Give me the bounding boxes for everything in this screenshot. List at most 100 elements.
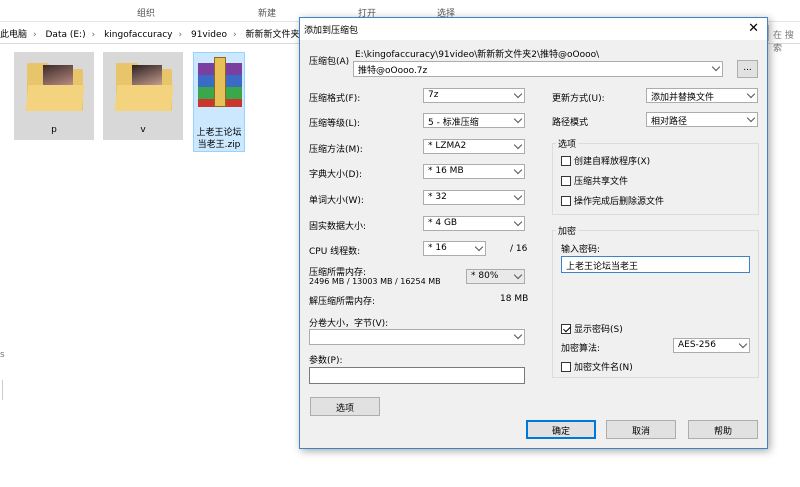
dict-size-select[interactable]: * 16 MB bbox=[423, 164, 525, 179]
parameters-input[interactable] bbox=[309, 367, 525, 384]
checkbox-box bbox=[561, 361, 571, 372]
file-label: p bbox=[51, 125, 57, 135]
cpu-threads-select[interactable]: * 16 bbox=[423, 241, 486, 256]
folder-item-p[interactable]: p bbox=[14, 52, 94, 140]
dict-size-value: * 16 MB bbox=[428, 166, 464, 176]
file-label: 上老王论坛当老王.zip bbox=[196, 128, 242, 150]
ribbon-tab-organize[interactable]: 组织 bbox=[137, 6, 155, 19]
chevron-down-icon bbox=[746, 89, 756, 99]
word-size-value: * 32 bbox=[428, 192, 447, 202]
ok-button[interactable]: 确定 bbox=[526, 420, 596, 439]
chevron-down-icon bbox=[513, 165, 523, 175]
encryption-method-select[interactable]: AES-256 bbox=[673, 338, 750, 353]
breadcrumb: 此电脑 › Data (E:) › kingofaccuracy › 91video ›… bbox=[0, 27, 311, 40]
archive-label: 压缩包(A) bbox=[309, 57, 350, 67]
update-mode-select[interactable]: 添加并替换文件 bbox=[646, 88, 758, 103]
help-button[interactable]: 帮助 bbox=[688, 420, 758, 439]
word-size-select[interactable]: * 32 bbox=[423, 190, 525, 205]
shared-files-checkbox[interactable]: 压缩共享文件 bbox=[561, 174, 628, 187]
encryption-method-value: AES-256 bbox=[678, 340, 716, 350]
solid-size-label: 固实数据大小: bbox=[309, 222, 367, 232]
delete-after-label: 操作完成后删除源文件 bbox=[574, 197, 665, 207]
checkbox-box bbox=[561, 175, 571, 186]
breadcrumb-item[interactable]: kingofaccuracy bbox=[104, 30, 172, 40]
folder-icon bbox=[25, 59, 85, 115]
chevron-down-icon bbox=[513, 217, 523, 227]
sfx-label: 创建自释放程序(X) bbox=[574, 157, 651, 167]
method-label: 压缩方法(M): bbox=[309, 145, 363, 155]
dialog-titlebar[interactable]: 添加到压缩包 ✕ bbox=[300, 18, 767, 40]
word-size-label: 单词大小(W): bbox=[309, 196, 364, 206]
password-label: 输入密码: bbox=[561, 245, 601, 255]
password-input[interactable]: 上老王论坛当老王 bbox=[561, 256, 750, 273]
level-value: 5 - 标准压缩 bbox=[428, 118, 479, 128]
memory-usage-value: * 80% bbox=[471, 271, 499, 281]
encrypt-names-checkbox[interactable]: 加密文件名(N) bbox=[561, 360, 633, 373]
options-group-title: 选项 bbox=[556, 137, 579, 150]
file-label: v bbox=[140, 125, 146, 135]
search-input[interactable]: 在 搜索 bbox=[768, 25, 800, 54]
encryption-method-label: 加密算法: bbox=[561, 344, 601, 354]
checkbox-box bbox=[561, 155, 571, 166]
show-password-checkbox[interactable]: 显示密码(S) bbox=[561, 322, 623, 335]
ribbon-tab-new[interactable]: 新建 bbox=[258, 6, 276, 19]
nav-pane-divider bbox=[2, 380, 3, 400]
breadcrumb-separator: › bbox=[33, 30, 37, 40]
checkbox-box bbox=[561, 195, 571, 206]
chevron-down-icon bbox=[513, 114, 523, 124]
checkbox-checked bbox=[561, 323, 571, 334]
volume-size-label: 分卷大小，字节(V): bbox=[309, 319, 389, 329]
breadcrumb-item[interactable]: Data (E:) bbox=[46, 30, 86, 40]
breadcrumb-item[interactable]: 此电脑 bbox=[0, 30, 27, 40]
options-button[interactable]: 选项 bbox=[310, 397, 380, 416]
delete-after-checkbox[interactable]: 操作完成后删除源文件 bbox=[561, 194, 664, 207]
show-password-label: 显示密码(S) bbox=[574, 325, 623, 335]
nav-pane-fragment: s bbox=[0, 350, 5, 360]
chevron-down-icon bbox=[738, 339, 748, 349]
cpu-threads-max: / 16 bbox=[510, 244, 528, 254]
sfx-checkbox[interactable]: 创建自释放程序(X) bbox=[561, 154, 650, 167]
add-to-archive-dialog: 添加到压缩包 ✕ 压缩包(A) E:\kingofaccuracy\91vide… bbox=[299, 17, 768, 449]
level-select[interactable]: 5 - 标准压缩 bbox=[423, 113, 525, 128]
chevron-down-icon bbox=[513, 191, 523, 201]
encrypt-names-label: 加密文件名(N) bbox=[574, 363, 633, 373]
chevron-down-icon bbox=[474, 242, 484, 252]
close-icon[interactable]: ✕ bbox=[748, 21, 759, 36]
breadcrumb-separator: › bbox=[178, 30, 183, 40]
zip-file-item[interactable]: 上老王论坛当老王.zip bbox=[193, 52, 245, 152]
method-value: * LZMA2 bbox=[428, 141, 467, 151]
dict-size-label: 字典大小(D): bbox=[309, 170, 362, 180]
cpu-threads-value: * 16 bbox=[428, 243, 447, 253]
path-mode-select[interactable]: 相对路径 bbox=[646, 112, 758, 127]
breadcrumb-item[interactable]: 91video bbox=[191, 30, 227, 40]
breadcrumb-separator: › bbox=[233, 30, 237, 40]
parameters-label: 参数(P): bbox=[309, 356, 343, 366]
breadcrumb-separator: › bbox=[91, 30, 96, 40]
level-label: 压缩等级(L): bbox=[309, 119, 361, 129]
breadcrumb-item[interactable]: 新新新文件夹2 bbox=[246, 30, 306, 40]
chevron-down-icon bbox=[513, 330, 523, 340]
solid-size-select[interactable]: * 4 GB bbox=[423, 216, 525, 231]
memory-usage-select[interactable]: * 80% bbox=[466, 269, 525, 284]
format-label: 压缩格式(F): bbox=[309, 94, 361, 104]
archive-name-combobox[interactable]: 推特@oOooo.7z bbox=[353, 61, 723, 77]
browse-button[interactable]: ... bbox=[737, 60, 758, 78]
volume-size-combobox[interactable] bbox=[309, 329, 525, 345]
archive-path: E:\kingofaccuracy\91video\新新新文件夹2\推特@oOo… bbox=[355, 50, 600, 60]
cancel-button[interactable]: 取消 bbox=[606, 420, 676, 439]
decompress-memory-value: 18 MB bbox=[500, 294, 529, 304]
method-select[interactable]: * LZMA2 bbox=[423, 139, 525, 154]
format-value: 7z bbox=[428, 90, 439, 100]
compress-memory-detail: 2496 MB / 13003 MB / 16254 MB bbox=[309, 277, 441, 286]
decompress-memory-label: 解压缩所需内存: bbox=[309, 297, 376, 307]
chevron-down-icon bbox=[513, 140, 523, 150]
chevron-down-icon bbox=[513, 89, 523, 99]
update-mode-value: 添加并替换文件 bbox=[651, 93, 715, 103]
cpu-threads-label: CPU 线程数: bbox=[309, 247, 361, 257]
folder-item-v[interactable]: v bbox=[103, 52, 183, 140]
dialog-title: 添加到压缩包 bbox=[304, 26, 359, 36]
solid-size-value: * 4 GB bbox=[428, 218, 458, 228]
shared-files-label: 压缩共享文件 bbox=[574, 177, 629, 187]
chevron-down-icon bbox=[746, 113, 756, 123]
format-select[interactable]: 7z bbox=[423, 88, 525, 103]
